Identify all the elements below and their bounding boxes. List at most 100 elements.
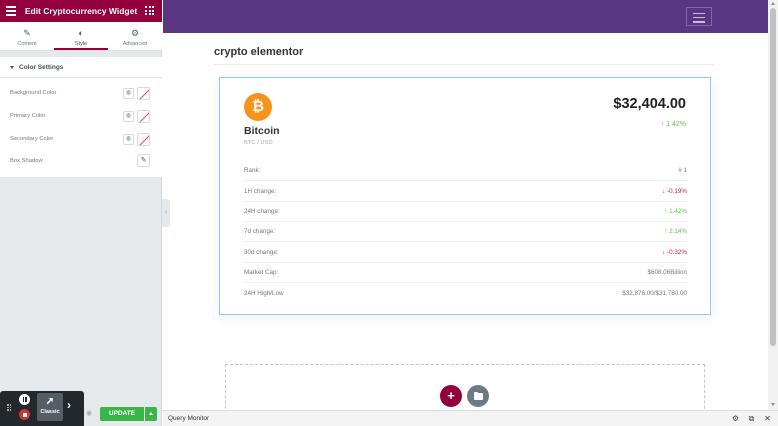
crypto-widget-card[interactable]: ₿ Bitcoin BTC / USD $32,404.00 ↑ 1.42% R… [219,77,711,315]
panel-header: Edit Cryptocurrency Widget [0,0,162,22]
panel-collapse-handle[interactable]: ‹ [162,199,170,227]
arrow-up-icon: ↑ [664,228,668,235]
stat-value: $32,876.00/$31,780.00 [622,290,687,297]
empty-color-icon [139,135,149,145]
globe-icon[interactable]: ◍ [123,88,134,99]
stat-label: Rank: [244,167,261,174]
bitcoin-icon: ₿ [244,93,272,121]
price-change-value: 1.42% [666,121,686,128]
box-shadow-edit-button[interactable]: ✎ [137,154,150,167]
tab-advanced[interactable]: ⚙ Advanced [108,22,162,50]
query-monitor-controls: ⚙ ⧉ ✕ [731,414,772,423]
stat-value: ↓ -0.32% [662,249,687,256]
stat-row-1h-change: 1H change: ↓ -0.19% [244,181,687,202]
chevron-left-icon: ‹ [164,209,168,216]
background-color-label: Background Color [10,90,57,96]
empty-color-icon [139,112,149,122]
scroll-up-icon[interactable] [771,2,775,5]
secondary-color-picker[interactable] [137,133,150,146]
gear-icon[interactable]: ⚙ [731,414,740,423]
panel-tabs: ✎ Content ◐ Style ⚙ Advanced [0,22,162,51]
arrow-down-icon: ↓ [662,188,666,195]
stat-label: 30d change: [244,249,279,256]
stat-label: 24H change: [244,208,280,215]
box-shadow-label: Box Shadow [10,158,43,164]
globe-icon[interactable]: ◍ [123,134,134,145]
eye-icon[interactable]: ◉ [86,409,92,417]
tab-style[interactable]: ◐ Style [54,22,108,50]
scrollbar-thumb[interactable] [770,8,776,346]
globe-icon[interactable]: ◍ [123,111,134,122]
coin-name: Bitcoin [244,125,280,137]
stat-row-rank: Rank: # 1 [244,160,687,181]
stat-label: 7d change: [244,228,276,235]
stat-value: ↓ -0.19% [662,188,687,195]
secondary-color-label: Secondary Color [10,136,54,142]
chevron-right-icon[interactable]: › [67,398,71,412]
scroll-down-icon[interactable] [771,403,775,406]
query-monitor-label[interactable]: Query Monitor [168,415,209,422]
stat-row-high-low: 24H High/Low $32,876.00/$31,780.00 [244,283,687,304]
tab-content[interactable]: ✎ Content [0,22,54,50]
update-button[interactable]: UPDATE [100,407,144,421]
widgets-grid-icon[interactable] [145,6,154,15]
menu-icon [693,13,705,15]
plus-icon: + [447,388,455,403]
primary-color-label: Primary Color [10,113,46,119]
vertical-scrollbar[interactable] [768,0,778,410]
arrow-down-icon: ↓ [662,249,666,256]
stat-value-text: 1.42% [669,208,687,215]
coin-pair: BTC / USD [244,140,273,146]
background-color-picker[interactable] [137,87,150,100]
pencil-icon: ✎ [23,28,31,38]
arrow-up-icon: ↑ [660,121,665,128]
tab-style-label: Style [74,41,88,47]
stat-row-30d-change: 30d change: ↓ -0.32% [244,242,687,263]
drag-handle-icon[interactable] [7,404,11,411]
menu-toggle-button[interactable] [686,7,712,26]
panel-title: Edit Cryptocurrency Widget [24,6,138,16]
coin-price: $32,404.00 [613,96,686,112]
stat-label: 1H change: [244,188,277,195]
stat-value: ↑ 2.14% [664,228,687,235]
add-section-button[interactable]: + [440,385,462,407]
gear-icon: ⚙ [130,28,140,38]
cursor-icon: ➚ [45,396,55,407]
pause-button[interactable] [19,394,30,405]
section-toggle[interactable]: Color Settings [10,64,63,71]
editor-panel: Edit Cryptocurrency Widget ✎ Content ◐ S… [0,0,162,426]
page-heading: crypto elementor [214,46,304,58]
classic-mode-label: Classic [40,409,60,415]
stat-value: ↑ 1.42% [664,208,687,215]
tab-content-label: Content [17,41,37,47]
primary-color-picker[interactable] [137,110,150,123]
update-options-button[interactable] [145,407,157,421]
color-settings-section: Color Settings Background Color ◍ Primar… [0,57,162,177]
stat-label: Market Cap: [244,269,279,276]
stat-row-market-cap: Market Cap: $608.06Billion [244,262,687,283]
arrow-up-icon: ↑ [664,208,668,215]
divider [0,77,162,78]
stat-value-text: -0.19% [667,188,687,195]
tab-advanced-label: Advanced [122,41,148,47]
section-title: Color Settings [19,64,64,71]
stat-value-text: -0.32% [667,249,687,256]
toggle-position-icon[interactable]: ⧉ [747,414,756,423]
caret-down-icon [10,65,14,69]
classic-mode-button[interactable]: ➚ Classic [37,393,63,421]
half-circle-icon: ◐ [78,28,84,38]
add-template-button[interactable] [467,385,489,407]
price-change: ↑ 1.42% [661,121,686,128]
empty-section-drop-area[interactable] [225,364,705,414]
stat-row-7d-change: 7d change: ↑ 2.14% [244,221,687,242]
stat-label: 24H High/Low [244,290,284,297]
stop-button[interactable] [19,409,30,420]
close-icon[interactable]: ✕ [763,414,772,423]
pencil-icon: ✎ [140,157,147,164]
stat-value: # 1 [678,167,687,174]
stat-value: $608.06Billion [647,269,687,276]
stat-value-text: 2.14% [669,228,687,235]
query-monitor-bar: Query Monitor ⚙ ⧉ ✕ [163,410,778,426]
stat-row-24h-change: 24H change: ↑ 1.42% [244,201,687,222]
divider [214,64,714,65]
